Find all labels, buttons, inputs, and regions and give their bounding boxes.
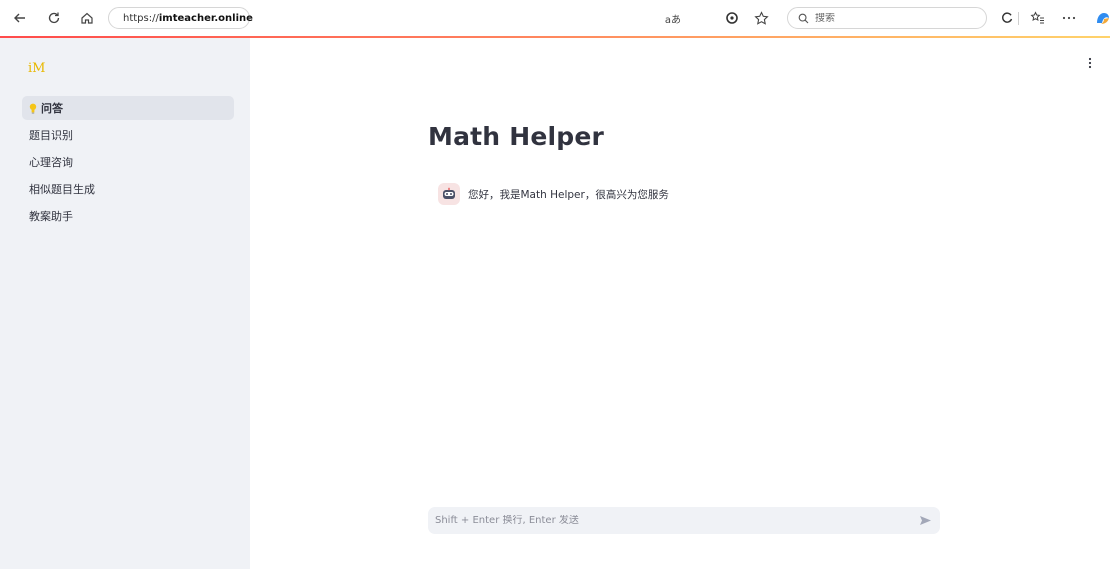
sidebar: iM 问答 题目识别 心理咨询 相似题目生成 教案助手 <box>0 38 250 569</box>
page-title: Math Helper <box>428 122 605 151</box>
main-menu-button[interactable] <box>1084 55 1096 71</box>
send-button[interactable] <box>910 507 940 534</box>
back-arrow-icon <box>14 13 25 23</box>
browser-search-input[interactable] <box>815 12 965 24</box>
browser-toolbar: https://imteacher.online aあ <box>0 0 1110 37</box>
copilot-icon <box>1097 13 1109 24</box>
toolbar-separator <box>1018 12 1019 25</box>
sidebar-item-label: 相似题目生成 <box>29 183 95 196</box>
sidebar-item-question-recognition[interactable]: 题目识别 <box>22 123 234 147</box>
copilot-button[interactable] <box>1094 6 1110 30</box>
sidebar-item-label: 题目识别 <box>29 129 73 142</box>
favorites-list-icon <box>1030 11 1044 24</box>
browser-search-box[interactable] <box>787 7 987 29</box>
send-icon <box>919 516 931 525</box>
url-domain: imteacher.online <box>158 12 253 24</box>
star-icon <box>753 10 769 25</box>
sidebar-item-qa[interactable]: 问答 <box>22 96 234 120</box>
refresh-button[interactable] <box>41 6 67 30</box>
sidebar-item-lesson-plan[interactable]: 教案助手 <box>22 204 234 228</box>
sidebar-item-label: 教案助手 <box>29 210 73 223</box>
chat-message-text: 您好，我是Math Helper，很高兴为您服务 <box>468 188 669 201</box>
sidebar-item-label: 问答 <box>41 102 63 115</box>
read-aloud-icon: aあ <box>664 14 682 26</box>
extension-icon <box>726 12 738 24</box>
sidebar-item-similar-questions[interactable]: 相似题目生成 <box>22 177 234 201</box>
lightbulb-icon <box>29 103 37 114</box>
sidebar-nav: 问答 题目识别 心理咨询 相似题目生成 教案助手 <box>22 96 234 231</box>
refresh-c-icon <box>1002 12 1013 23</box>
sidebar-item-counseling[interactable]: 心理咨询 <box>22 150 234 174</box>
read-aloud-button[interactable]: aあ <box>662 6 684 30</box>
home-icon <box>81 12 93 24</box>
sidebar-item-label: 心理咨询 <box>29 156 73 169</box>
more-menu-button[interactable] <box>1058 6 1080 30</box>
chat-input-container <box>428 507 940 534</box>
favorites-list-button[interactable] <box>1026 6 1048 30</box>
refresh-icon <box>48 12 60 24</box>
copilot-c-button[interactable] <box>996 6 1018 30</box>
chat-input[interactable] <box>435 515 910 526</box>
chat-message: 您好，我是Math Helper，很高兴为您服务 <box>438 183 669 205</box>
extension-button[interactable] <box>721 6 743 30</box>
home-button[interactable] <box>74 6 100 30</box>
search-icon <box>798 13 809 23</box>
address-bar[interactable]: https://imteacher.online <box>108 7 253 29</box>
url-text: https://imteacher.online <box>123 13 253 24</box>
ellipsis-icon <box>1062 16 1076 20</box>
app-logo[interactable]: iM <box>28 61 45 76</box>
vertical-ellipsis-icon <box>1088 57 1092 69</box>
robot-avatar-icon <box>438 183 460 205</box>
back-button[interactable] <box>7 6 33 30</box>
favorite-button[interactable] <box>750 6 772 30</box>
url-prefix: https:// <box>123 12 159 24</box>
